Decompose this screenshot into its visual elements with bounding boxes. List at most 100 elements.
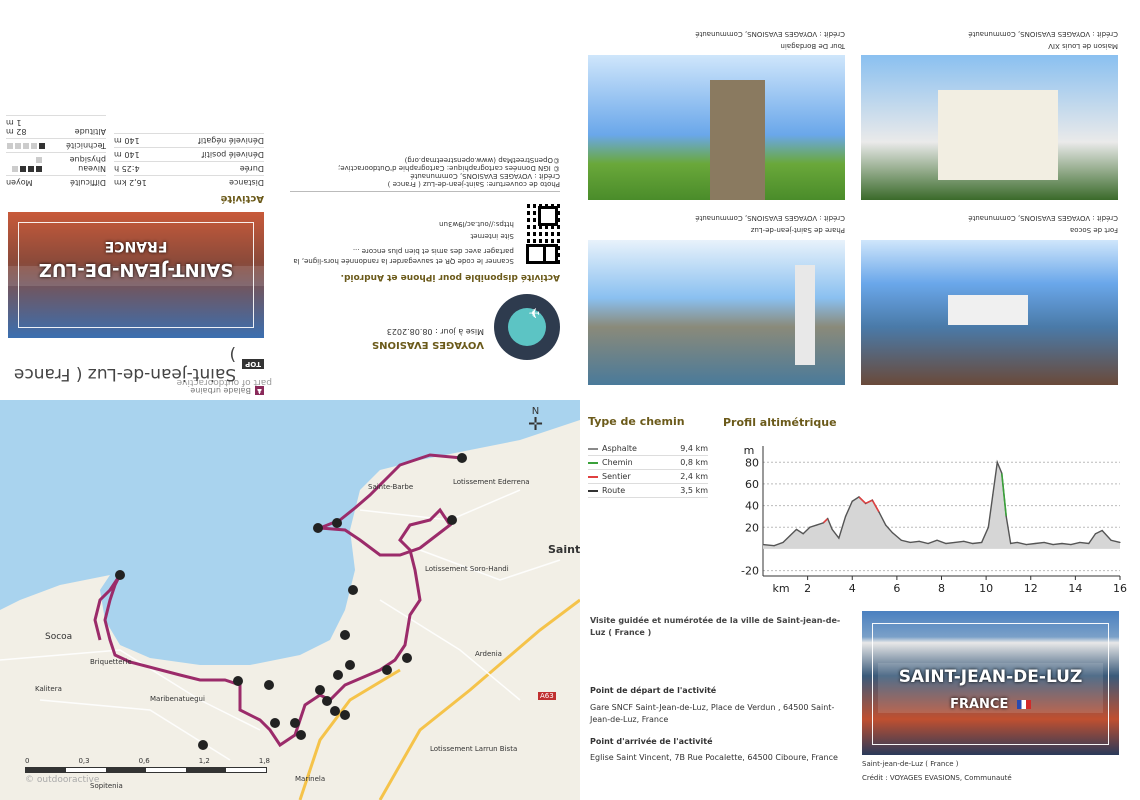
y-tick-label: -20: [741, 565, 759, 578]
map-label: Socoa: [45, 632, 73, 642]
photo-credit: Crédit : VOYAGES EVASIONS, Communauté: [695, 214, 845, 222]
x-tick-label: 14: [1068, 582, 1082, 595]
elevation-point: [1010, 542, 1012, 545]
rating-difficulte: Difficulté Moyen: [6, 175, 106, 189]
rating-value: Moyen: [6, 178, 33, 187]
photo-caption: Maison de Louis XIV: [1048, 42, 1118, 50]
credit-cover-author: Crédit : VOYAGES EVASIONS, Communauté: [410, 172, 560, 180]
rating-label: Technicité: [66, 141, 106, 150]
rating-dots: [6, 141, 46, 150]
elevation-point: [1070, 543, 1072, 546]
rating-dots: [6, 155, 43, 173]
y-tick-label: 40: [745, 500, 759, 513]
surface-type-panel: Type de chemin Asphalte 9,4 km Chemin 0,8 …: [588, 415, 708, 515]
elevation-point: [981, 541, 983, 544]
elevation-point: [789, 535, 791, 537]
x-tick-label: 2: [804, 582, 811, 595]
photo-tour-de-bordagain: [588, 55, 845, 200]
photo-caption-bottom: Saint-jean-de-Luz ( France ): [862, 760, 959, 768]
elevation-point: [900, 539, 902, 541]
elevation-point: [1025, 543, 1027, 546]
stat-label: Distance: [229, 178, 264, 187]
sea-area: [0, 400, 580, 665]
rating-technicite: Technicité: [6, 138, 106, 152]
website-url[interactable]: https://out.ac/l9w3un: [290, 220, 514, 228]
map-label: Lotissement Larrun Bista: [430, 745, 518, 753]
section-heading-activite: Activité: [220, 193, 264, 204]
elevation-point: [1119, 541, 1121, 544]
surface-row-route: Route 3,5 km: [588, 484, 708, 498]
elevation-point: [1094, 533, 1097, 535]
elevation-point: [954, 541, 956, 544]
elevation-point: [878, 511, 880, 513]
y-axis-label: m: [744, 444, 755, 457]
map-label: Lotissement Soro-Handi: [425, 565, 509, 573]
map-label: Kalitera: [35, 685, 62, 693]
main-roads: [298, 598, 580, 800]
elevation-point: [795, 528, 798, 531]
stat-duree: Durée 4:25 h: [114, 161, 264, 175]
website-label: Site internet: [470, 232, 514, 240]
x-tick-label: 10: [979, 582, 993, 595]
top-badge: TOP: [242, 359, 264, 369]
altitude-values: 82 m1 m: [6, 118, 27, 136]
stat-unit: km: [114, 178, 127, 187]
elevation-point: [865, 502, 867, 505]
stat-value: 4:25: [121, 164, 140, 173]
elevation-point: [918, 540, 920, 542]
elevation-point: [822, 522, 824, 524]
north-arrow-icon: N ✛: [528, 406, 544, 435]
app-heading: Activité disponible pour iPhone et Andro…: [340, 272, 560, 282]
elevation-point: [1005, 515, 1007, 518]
photo-phare-saint-jean-de-luz: [588, 240, 845, 385]
y-tick-label: 20: [745, 521, 759, 534]
surface-row-sentier: Sentier 2,4 km: [588, 470, 708, 484]
page-title: Saint-jean-de-Luz ( France ): [13, 344, 237, 384]
surface-row-chemin: Chemin 0,8 km: [588, 456, 708, 470]
stat-value: 16,2: [128, 178, 147, 187]
map-label: Maribenatuegui: [150, 695, 205, 703]
legend-swatch: [588, 489, 598, 492]
elevation-point: [815, 524, 818, 526]
map-watermark: © outdooractive: [25, 775, 100, 785]
map-svg: [0, 400, 580, 800]
x-tick-label: 16: [1113, 582, 1127, 595]
rating-label: Difficulté: [70, 178, 106, 187]
surface-title: Type de chemin: [588, 415, 685, 428]
elevation-point: [936, 539, 938, 541]
photo-credit: Crédit : VOYAGES EVASIONS, Communauté: [968, 30, 1118, 38]
credit-osm: ©OpenStreetMap (www.openstreetmap.org): [404, 156, 560, 164]
cover-subtitle-bottom: FRANCE: [950, 697, 1009, 712]
map-label: Ardenia: [475, 650, 502, 658]
start-heading: Point de départ de l'activité: [590, 686, 717, 695]
surface-row-asphalte: Asphalte 9,4 km: [588, 442, 708, 456]
elevation-point: [827, 517, 829, 520]
x-tick-label: 6: [893, 582, 900, 595]
elevation-point: [992, 494, 994, 496]
elevation-point: [782, 541, 784, 544]
map-label: Sainte-Barbe: [368, 483, 414, 491]
alt-min: 1 m: [6, 118, 22, 127]
elevation-point: [1052, 543, 1054, 546]
elevation-point: [1034, 542, 1036, 545]
cover-title-bottom: SAINT-JEAN-DE-LUZ: [898, 667, 1083, 687]
legend-swatch: [588, 447, 598, 450]
stat-unit: h: [114, 164, 120, 173]
stat-denivele-positif: Dénivelé positif 140 m: [114, 147, 264, 161]
elevation-point: [802, 533, 804, 535]
category-label: Balade urbaine: [190, 386, 251, 395]
elevation-point: [1043, 541, 1045, 544]
stat-label: Durée: [239, 164, 264, 173]
elevation-point: [927, 542, 929, 545]
end-heading: Point d'arrivée de l'activité: [590, 737, 713, 746]
cover-title: SAINT-JEAN-DE-LUZ: [38, 259, 234, 280]
scale-bar: [25, 767, 267, 773]
rating-altitude: Altitude 82 m1 m: [6, 115, 106, 138]
elevation-point: [909, 541, 911, 544]
surface-name: Chemin: [602, 458, 633, 467]
elevation-point: [945, 542, 947, 545]
elevation-point: [858, 496, 860, 498]
description-text: Visite guidée et numérotée de la ville d…: [590, 616, 841, 637]
route-map[interactable]: Sainte-Barbe Lotissement Ederrena Lotiss…: [0, 400, 580, 800]
qr-code[interactable]: [523, 204, 560, 266]
